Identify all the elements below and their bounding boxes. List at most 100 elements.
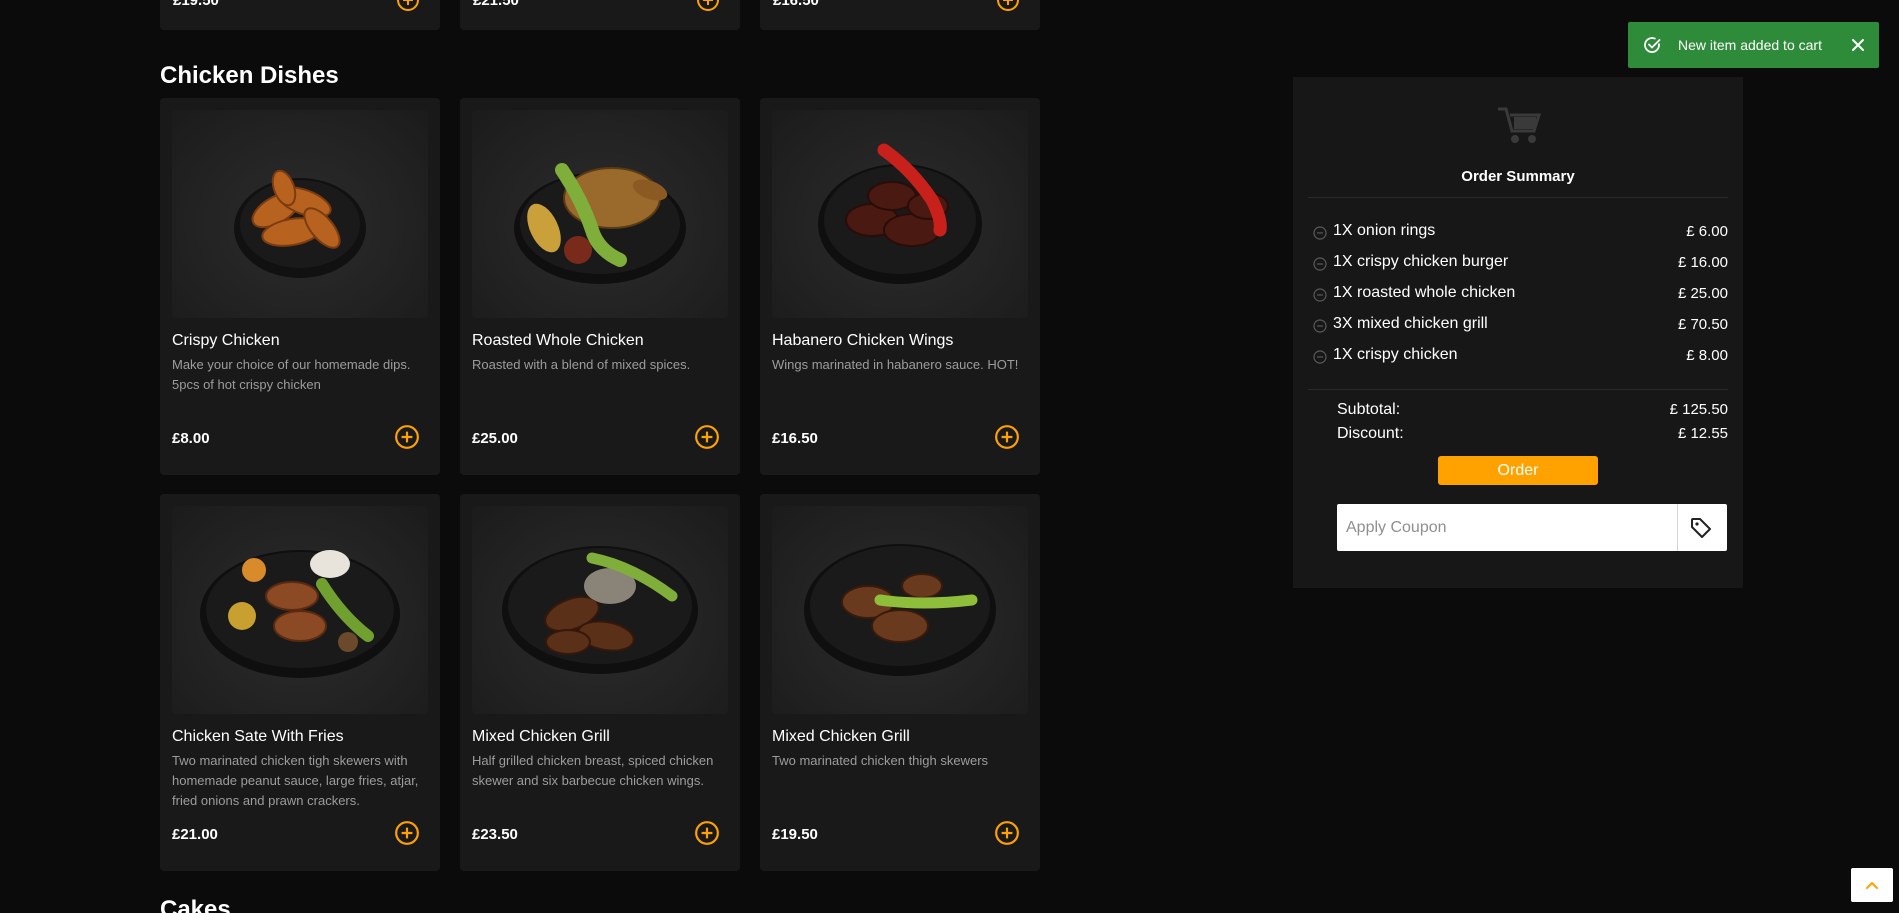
order-item-price: £ 70.50 [1677, 316, 1728, 333]
order-item-label: 1X roasted whole chicken [1333, 284, 1516, 301]
dish-description: Roasted with a blend of mixed spices. [472, 357, 691, 372]
add-to-cart-button[interactable] [394, 424, 420, 450]
order-button[interactable]: Order [1438, 456, 1598, 485]
subtotal-row: Subtotal: £ 125.50 [1337, 401, 1728, 419]
section-title: Cakes [160, 896, 231, 913]
plus-circle-icon [697, 0, 719, 11]
dish-price: £16.50 [772, 430, 818, 447]
dish-name: Mixed Chicken Grill [472, 728, 610, 745]
order-item-price: £ 8.00 [1686, 347, 1728, 364]
menu-card: Mixed Chicken Grill Two marinated chicke… [760, 494, 1040, 871]
apply-coupon-button[interactable] [1689, 516, 1713, 540]
discount-row: Discount: £ 12.55 [1337, 425, 1728, 443]
remove-item-button[interactable] [1313, 288, 1327, 302]
menu-card-partial: £16.50 [760, 0, 1040, 30]
dish-description: Make your choice of our homemade dips. 5… [172, 357, 411, 392]
order-item-label: 1X onion rings [1333, 222, 1436, 239]
dish-name: Habanero Chicken Wings [772, 332, 954, 349]
order-item: 1X onion rings £ 6.00 [1313, 222, 1728, 244]
dish-description: Two marinated chicken thigh skewers [772, 753, 989, 768]
minus-circle-icon [1313, 226, 1327, 240]
dish-image [772, 110, 1028, 318]
subtotal-label: Subtotal: [1337, 401, 1401, 418]
menu-card: Crispy Chicken Make your choice of our h… [160, 98, 440, 475]
discount-label: Discount: [1337, 425, 1404, 442]
summary-title: Order Summary [1461, 168, 1575, 185]
remove-item-button[interactable] [1313, 257, 1327, 271]
scroll-to-top-button[interactable] [1851, 868, 1893, 902]
add-to-cart-button[interactable] [996, 0, 1020, 12]
menu-card: Mixed Chicken Grill Half grilled chicken… [460, 494, 740, 871]
dish-description: Wings marinated in habanero sauce. HOT! [772, 357, 1019, 372]
dish-image [472, 506, 728, 714]
minus-circle-icon [1313, 257, 1327, 271]
dish-price: £23.50 [472, 826, 518, 843]
add-to-cart-button[interactable] [994, 424, 1020, 450]
divider [1308, 197, 1728, 198]
order-item: 1X crispy chicken £ 8.00 [1313, 346, 1728, 368]
menu-card-partial: £21.50 [460, 0, 740, 30]
toast-message: New item added to cart [1678, 37, 1822, 53]
dish-name: Roasted Whole Chicken [472, 332, 644, 349]
divider [1308, 389, 1728, 390]
dish-price: £16.50 [773, 0, 819, 9]
divider [1677, 504, 1678, 551]
discount-value: £ 12.55 [1677, 425, 1728, 442]
minus-circle-icon [1313, 288, 1327, 302]
dish-description: Two marinated chicken tigh skewers with … [172, 753, 419, 808]
order-item-price: £ 25.00 [1677, 285, 1728, 302]
order-item-price: £ 16.00 [1677, 254, 1728, 271]
order-item-label: 1X crispy chicken burger [1333, 253, 1509, 270]
menu-card: Habanero Chicken Wings Wings marinated i… [760, 98, 1040, 475]
minus-circle-icon [1313, 350, 1327, 364]
dish-image [772, 506, 1028, 714]
menu-card-partial: £19.50 [160, 0, 440, 30]
add-to-cart-button[interactable] [694, 424, 720, 450]
dish-price: £21.00 [172, 826, 218, 843]
order-item-label: 1X crispy chicken [1333, 346, 1458, 363]
add-to-cart-button[interactable] [394, 820, 420, 846]
add-to-cart-button[interactable] [396, 0, 420, 12]
menu-card: Chicken Sate With Fries Two marinated ch… [160, 494, 440, 871]
dish-image [172, 506, 428, 714]
plus-circle-icon [695, 425, 719, 449]
subtotal-value: £ 125.50 [1669, 401, 1728, 418]
add-to-cart-button[interactable] [696, 0, 720, 12]
plus-circle-icon [395, 425, 419, 449]
remove-item-button[interactable] [1313, 350, 1327, 364]
remove-item-button[interactable] [1313, 319, 1327, 333]
remove-item-button[interactable] [1313, 226, 1327, 240]
order-item: 1X crispy chicken burger £ 16.00 [1313, 253, 1728, 275]
plus-circle-icon [995, 821, 1019, 845]
dish-name: Crispy Chicken [172, 332, 280, 349]
order-item-price: £ 6.00 [1686, 223, 1728, 240]
order-item-label: 3X mixed chicken grill [1333, 315, 1488, 332]
order-item: 1X roasted whole chicken £ 25.00 [1313, 284, 1728, 306]
tag-icon [1691, 518, 1711, 538]
chevron-up-icon [1866, 882, 1878, 889]
dish-price: £8.00 [172, 430, 210, 447]
plus-circle-icon [695, 821, 719, 845]
dish-name: Chicken Sate With Fries [172, 728, 344, 745]
plus-circle-icon [397, 0, 419, 11]
dish-description: Half grilled chicken breast, spiced chic… [472, 753, 714, 788]
plus-circle-icon [995, 425, 1019, 449]
check-circle-icon [1642, 35, 1662, 55]
dish-price: £21.50 [473, 0, 519, 9]
section-title: Chicken Dishes [160, 62, 339, 89]
order-summary-panel: Order Summary 1X onion rings £ 6.00 1X c… [1293, 77, 1743, 588]
add-to-cart-button[interactable] [994, 820, 1020, 846]
plus-circle-icon [997, 0, 1019, 11]
close-icon[interactable] [1851, 38, 1865, 52]
dish-name: Mixed Chicken Grill [772, 728, 910, 745]
plus-circle-icon [395, 821, 419, 845]
dish-image [172, 110, 428, 318]
coupon-input[interactable] [1337, 504, 1677, 551]
dish-price: £19.50 [173, 0, 219, 9]
dish-image [472, 110, 728, 318]
order-item: 3X mixed chicken grill £ 70.50 [1313, 315, 1728, 337]
dish-price: £25.00 [472, 430, 518, 447]
add-to-cart-button[interactable] [694, 820, 720, 846]
menu-card: Roasted Whole Chicken Roasted with a ble… [460, 98, 740, 475]
toast-notification: New item added to cart [1628, 22, 1879, 68]
